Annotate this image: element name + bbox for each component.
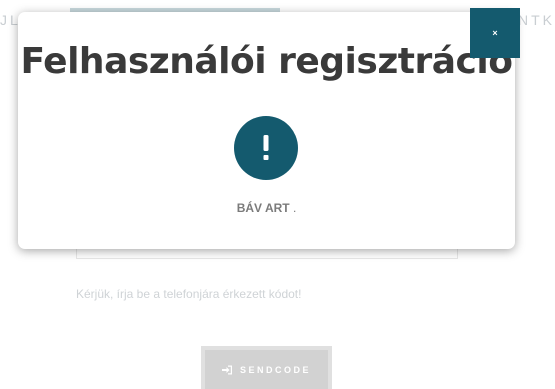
send-code-button-face[interactable]: SENDCODE	[205, 350, 328, 389]
send-code-button[interactable]: SENDCODE	[201, 346, 332, 389]
registration-modal: Felhasználói regisztráció BÁV ART .	[18, 12, 515, 249]
modal-message-rest: .	[289, 201, 297, 215]
modal-message-bold: BÁV ART	[236, 201, 290, 215]
modal-message: BÁV ART .	[18, 201, 515, 215]
exclamation-icon	[260, 133, 272, 163]
close-icon: ×	[492, 28, 498, 38]
send-code-label: SENDCODE	[239, 364, 311, 375]
alert-badge	[234, 116, 298, 180]
page: JL NTK Kérjük, írja be a telefonjára érk…	[0, 0, 555, 389]
close-button[interactable]: ×	[470, 8, 520, 58]
code-input-hint: Kérjük, írja be a telefonjára érkezett k…	[76, 287, 302, 301]
nav-item-right[interactable]: NTK	[518, 12, 555, 28]
modal-title: Felhasználói regisztráció	[20, 41, 513, 82]
sign-in-icon	[221, 365, 233, 375]
